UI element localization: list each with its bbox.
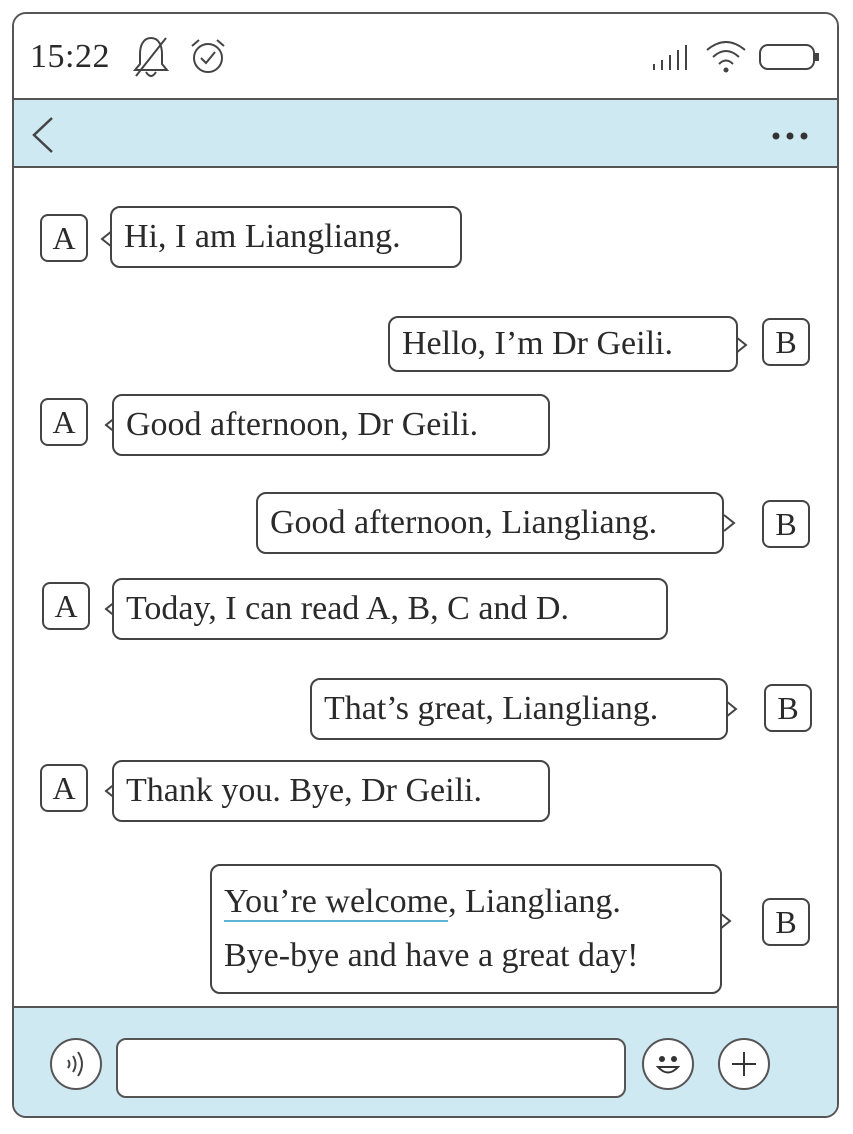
message-text: , Liangliang. (448, 883, 621, 920)
add-button[interactable] (718, 1038, 770, 1090)
message-bubble: Today, I can read A, B, C and D. (112, 578, 668, 640)
message-text: Thank you. Bye, Dr Geili. (126, 772, 482, 809)
message-text: That’s great, Liangliang. (324, 690, 659, 727)
avatar-label: A (52, 219, 76, 256)
emoji-button[interactable] (642, 1038, 694, 1090)
message-text: Hi, I am Liangliang. (124, 218, 401, 255)
avatar-a: A (40, 398, 88, 446)
message-line-1: You’re welcome, Liangliang. (224, 875, 621, 929)
avatar-a: A (42, 582, 90, 630)
avatar-a: A (40, 764, 88, 812)
input-bar (14, 1006, 837, 1116)
avatar-label: A (52, 769, 76, 806)
nav-bar (14, 98, 837, 168)
bubble-tail (720, 912, 732, 930)
avatar-label: A (52, 403, 76, 440)
avatar-a: A (40, 214, 88, 262)
more-dots-icon[interactable] (770, 130, 810, 142)
chevron-left-icon[interactable] (28, 116, 58, 154)
message-text: Hello, I’m Dr Geili. (402, 325, 673, 362)
avatar-label: A (54, 587, 78, 624)
message-bubble: That’s great, Liangliang. (310, 678, 728, 740)
phone-frame: 15:22 A Hi, I am Liangliang. Hello, I’m … (12, 12, 839, 1118)
status-time: 15:22 (30, 38, 110, 75)
message-text: Good afternoon, Dr Geili. (126, 406, 479, 443)
message-bubble: Hi, I am Liangliang. (110, 206, 462, 268)
message-bubble: Hello, I’m Dr Geili. (388, 316, 738, 372)
avatar-b: B (762, 500, 810, 548)
avatar-label: B (775, 903, 797, 940)
bubble-tail (724, 514, 736, 532)
message-text: Good afternoon, Liangliang. (270, 504, 658, 541)
emoji-icon (655, 1056, 681, 1074)
avatar-label: B (775, 505, 797, 542)
avatar-label: B (777, 689, 799, 726)
message-underlined-text: You’re welcome (224, 883, 449, 922)
signal-icon (653, 45, 687, 70)
bubble-tail (736, 336, 748, 354)
status-bar: 15:22 (14, 14, 837, 98)
bubble-tail (726, 700, 738, 718)
battery-icon (759, 44, 819, 70)
avatar-b: B (764, 684, 812, 732)
chat-area: A Hi, I am Liangliang. Hello, I’m Dr Gei… (14, 168, 837, 1008)
plus-icon (732, 1052, 756, 1076)
bell-muted-icon (132, 36, 170, 77)
voice-icon (67, 1051, 83, 1077)
voice-button[interactable] (50, 1038, 102, 1090)
avatar-b: B (762, 898, 810, 946)
message-input[interactable] (116, 1038, 626, 1098)
alarm-clock-icon (191, 39, 225, 73)
avatar-b: B (762, 318, 810, 366)
message-bubble: Good afternoon, Dr Geili. (112, 394, 550, 456)
message-bubble: You’re welcome, Liangliang. Bye-bye and … (210, 864, 722, 994)
message-line-2: Bye-bye and have a great day! (224, 937, 639, 974)
message-bubble: Good afternoon, Liangliang. (256, 492, 724, 554)
wifi-icon (706, 41, 746, 73)
avatar-label: B (775, 323, 797, 360)
message-bubble: Thank you. Bye, Dr Geili. (112, 760, 550, 822)
message-text: Today, I can read A, B, C and D. (126, 590, 569, 627)
